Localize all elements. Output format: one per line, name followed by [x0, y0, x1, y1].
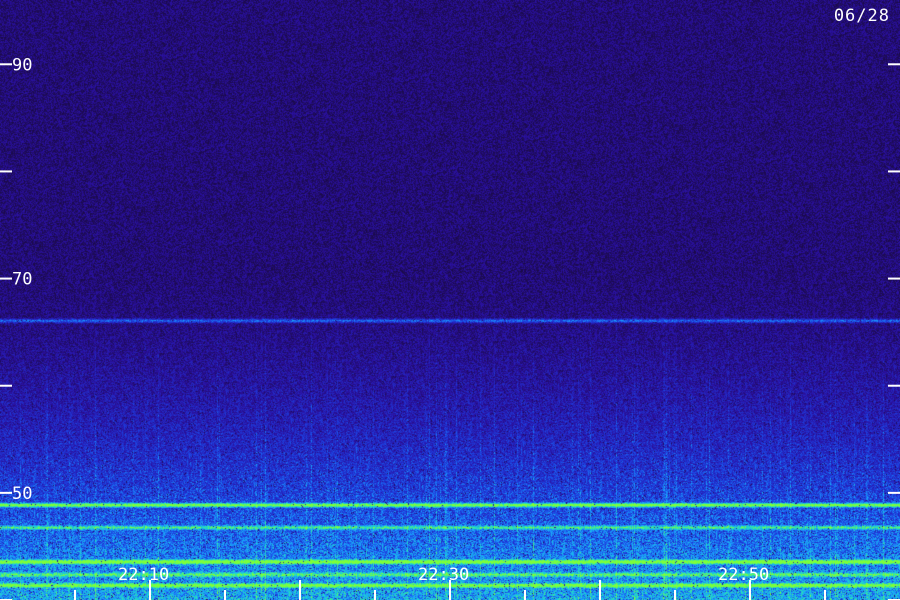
- y-tick-label-70: 70: [12, 270, 32, 290]
- spectrogram-axes: 90 70 50 22:10 22:30 22:50: [0, 55, 900, 600]
- axis-tick-labels: 90 70 50 22:10 22:30 22:50: [12, 55, 769, 585]
- x-tick-label-2250: 22:50: [718, 565, 769, 585]
- x-tick-label-2230: 22:30: [418, 565, 469, 585]
- date-label: 06/28: [833, 6, 890, 26]
- y-tick-label-90: 90: [12, 55, 32, 75]
- y-axis-ticks: [0, 63, 900, 600]
- y-tick-label-50: 50: [12, 484, 32, 504]
- x-tick-label-2210: 22:10: [118, 565, 169, 585]
